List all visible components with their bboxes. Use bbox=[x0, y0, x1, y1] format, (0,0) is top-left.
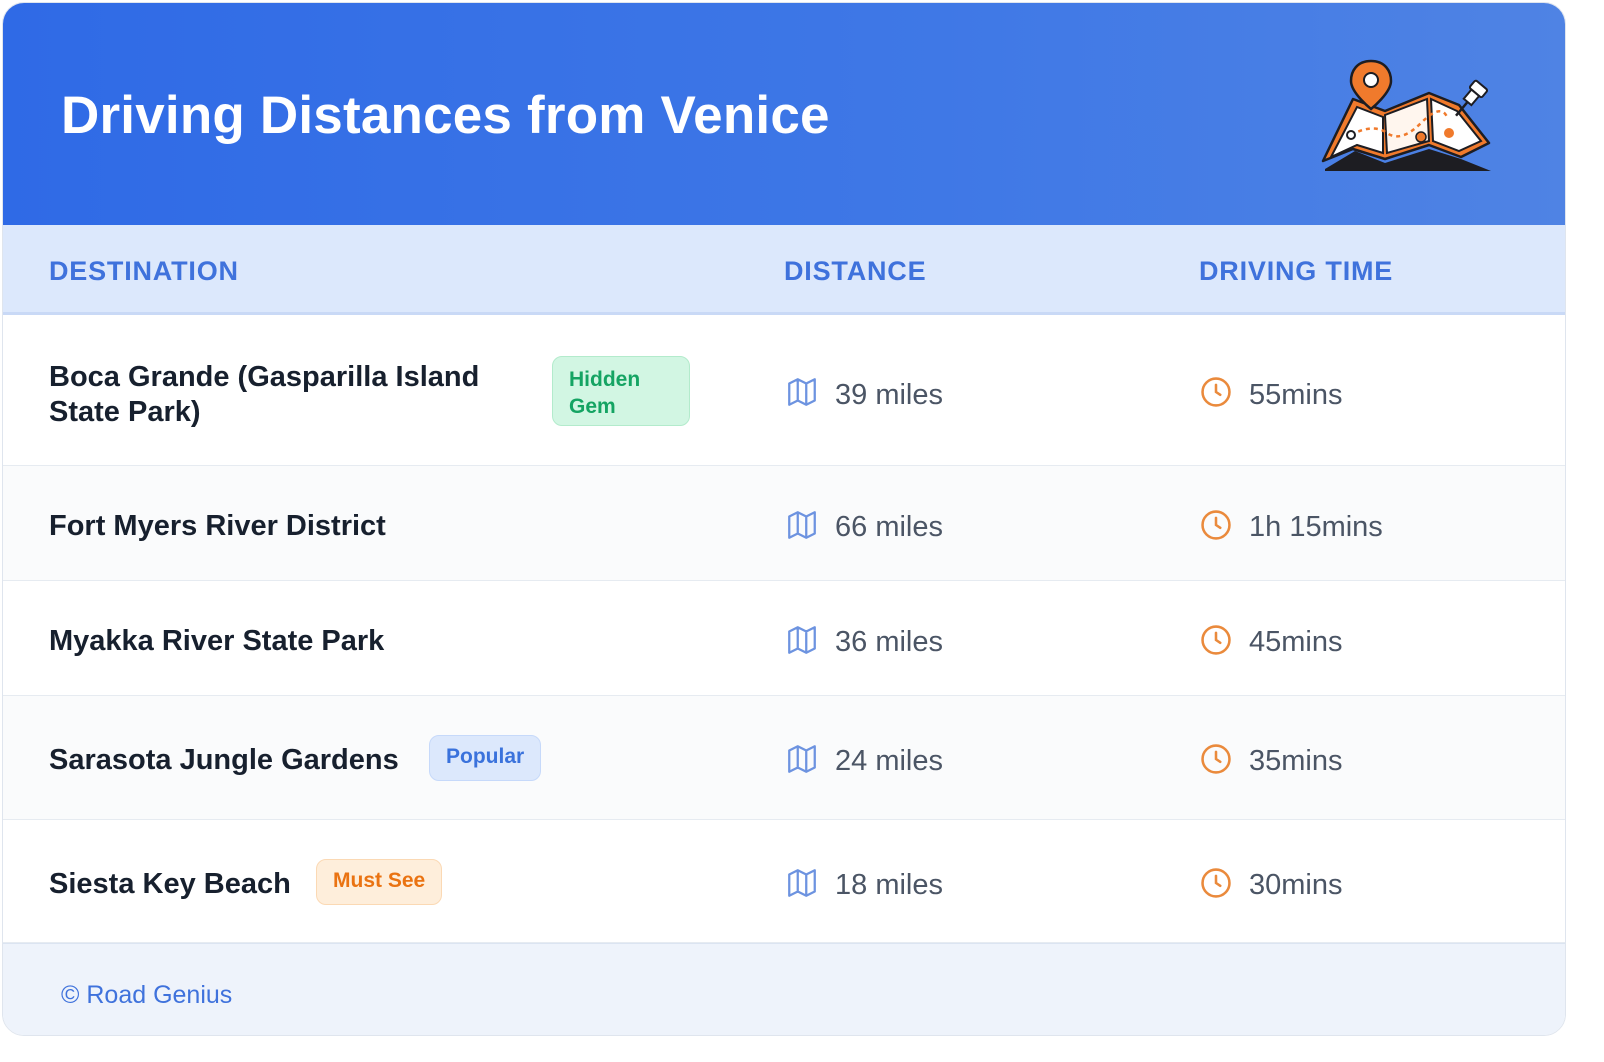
map-icon bbox=[788, 745, 816, 773]
destination-name: Myakka River State Park bbox=[49, 625, 385, 657]
badge-line: Hidden bbox=[569, 368, 641, 391]
footer-credit: © Road Genius bbox=[61, 981, 233, 1009]
map-icon bbox=[788, 511, 816, 539]
distance-table-card: Driving Distances from Venice DESTINATIO… bbox=[2, 2, 1566, 1036]
clock-icon bbox=[1201, 510, 1231, 540]
distance-value: 36 miles bbox=[835, 626, 943, 658]
distance-value: 66 miles bbox=[835, 511, 943, 543]
destination-name: Siesta Key Beach bbox=[49, 868, 291, 900]
destination-name-line: Boca Grande (Gasparilla Island bbox=[49, 361, 480, 393]
driving-time-value: 30mins bbox=[1249, 869, 1343, 901]
destination-name-line: State Park) bbox=[49, 396, 201, 428]
distance-value: 18 miles bbox=[835, 869, 943, 901]
badge-line: Gem bbox=[569, 395, 616, 418]
popular-badge: Popular bbox=[429, 735, 542, 781]
driving-time-value: 35mins bbox=[1249, 745, 1343, 777]
destination-name: Boca Grande (Gasparilla Island State Par… bbox=[49, 360, 479, 430]
destination-name: Sarasota Jungle Gardens bbox=[49, 744, 399, 776]
column-header-distance: DISTANCE bbox=[784, 256, 927, 286]
column-header-driving-time: DRIVING TIME bbox=[1199, 256, 1394, 286]
column-header-destination: DESTINATION bbox=[49, 256, 239, 286]
table-row: Sarasota Jungle Gardens Popular 24 miles… bbox=[3, 696, 1565, 820]
table-row: Fort Myers River District 66 miles 1h 15… bbox=[3, 466, 1565, 581]
map-icon bbox=[788, 869, 816, 897]
must-see-badge: Must See bbox=[316, 859, 443, 905]
map-icon bbox=[788, 626, 816, 654]
column-header-row: DESTINATION DISTANCE DRIVING TIME bbox=[3, 225, 1565, 315]
clock-icon bbox=[1201, 377, 1231, 407]
driving-time-value: 55mins bbox=[1249, 379, 1343, 411]
map-icon bbox=[788, 378, 816, 406]
table-row: Boca Grande (Gasparilla Island State Par… bbox=[3, 315, 1565, 466]
footer: © Road Genius bbox=[3, 943, 1565, 1035]
distance-value: 39 miles bbox=[835, 379, 943, 411]
hidden-gem-badge: Hidden Gem bbox=[552, 356, 690, 426]
folded-map-with-pins-icon bbox=[1321, 59, 1491, 171]
header-banner: Driving Distances from Venice bbox=[3, 3, 1565, 225]
clock-icon bbox=[1201, 625, 1231, 655]
clock-icon bbox=[1201, 744, 1231, 774]
driving-time-value: 1h 15mins bbox=[1249, 511, 1383, 543]
destination-name: Fort Myers River District bbox=[49, 510, 386, 542]
table-row: Myakka River State Park 36 miles 45mins bbox=[3, 581, 1565, 696]
clock-icon bbox=[1201, 868, 1231, 898]
table-row: Siesta Key Beach Must See 18 miles 30min… bbox=[3, 820, 1565, 943]
distance-value: 24 miles bbox=[835, 745, 943, 777]
page-title: Driving Distances from Venice bbox=[61, 86, 830, 145]
driving-time-value: 45mins bbox=[1249, 626, 1343, 658]
